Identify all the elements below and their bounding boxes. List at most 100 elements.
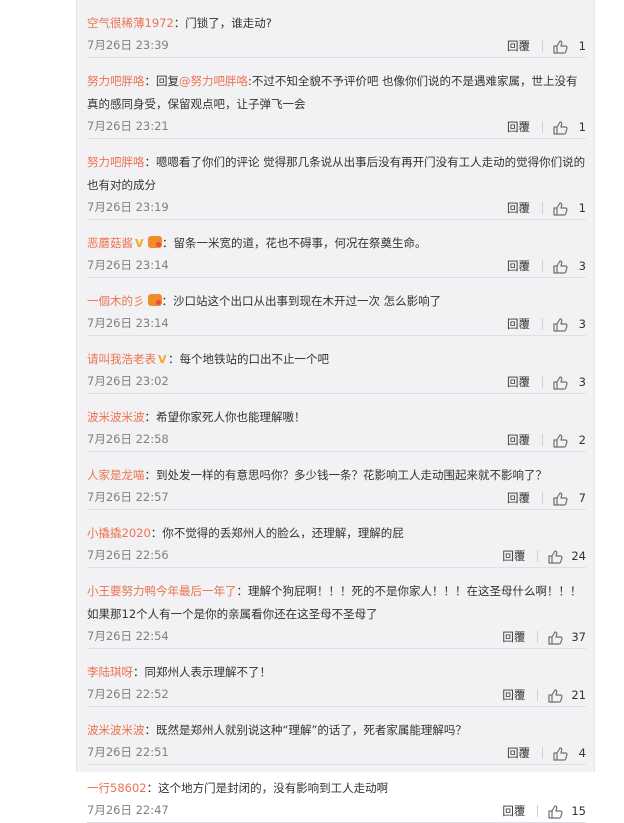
verified-v-icon: V bbox=[158, 353, 167, 366]
reply-button[interactable]: 回覆 bbox=[507, 119, 530, 135]
reply-button[interactable]: 回覆 bbox=[507, 38, 530, 54]
comment-username[interactable]: 一個木的彡 bbox=[87, 294, 145, 308]
comment-item: 一行58602：这个地方门是封闭的，没有影响到工人走动啊 7月26日 22:47… bbox=[87, 777, 586, 823]
comment-text: 波米波米波：希望你家死人你也能理解嗷！ bbox=[87, 406, 586, 429]
comment-item: 努力吧胖咯：回复@努力吧胖咯:不过不知全貌不予评价吧 也像你们说的不是遇难家属，… bbox=[87, 70, 586, 139]
comment-body: ：门锁了，谁走动? bbox=[174, 16, 272, 30]
like-count: 37 bbox=[571, 630, 586, 644]
reply-button[interactable]: 回覆 bbox=[507, 200, 530, 216]
action-divider bbox=[542, 121, 543, 133]
comment-timestamp: 7月26日 22:51 bbox=[87, 745, 169, 759]
comment-text: 李陆琪呀：同郑州人表示理解不了！ bbox=[87, 661, 586, 684]
comment-segment: ：门锁了，谁走动? bbox=[173, 16, 272, 30]
reply-button[interactable]: 回覆 bbox=[502, 629, 525, 645]
verified-v-icon: V bbox=[135, 237, 144, 250]
comment-segment: ：既然是郑州人就别说这种“理解”的话了，死者家属能理解吗？ bbox=[144, 723, 467, 737]
comment-username[interactable]: 李陆琪呀 bbox=[87, 665, 133, 679]
comment-body: ：既然是郑州人就别说这种“理解”的话了，死者家属能理解吗？ bbox=[145, 723, 467, 737]
comment-timestamp: 7月26日 22:56 bbox=[87, 548, 169, 562]
like-count: 24 bbox=[571, 549, 586, 563]
comment-item: 小王要努力鸭今年最后一年了：理解个狗屁啊！！！死的不是你家人！！！在这圣母什么啊… bbox=[87, 580, 586, 649]
comment-body: ：同郑州人表示理解不了！ bbox=[133, 665, 271, 679]
comment-meta: 7月26日 23:21 回覆 1 bbox=[87, 116, 586, 138]
reply-button[interactable]: 回覆 bbox=[502, 548, 525, 564]
comment-body: ：沙口站这个出口从出事到现在木开过一次 怎么影响了 bbox=[162, 294, 442, 308]
comment-segment: ：到处发一样的有意思吗你？多少钱一条？花影响工人走动围起来就不影响了？ bbox=[144, 468, 548, 482]
reply-button[interactable]: 回覆 bbox=[507, 432, 530, 448]
like-count: 2 bbox=[578, 433, 586, 447]
comment-text: 一行58602：这个地方门是封闭的，没有影响到工人走动啊 bbox=[87, 777, 586, 800]
comment-username[interactable]: 努力吧胖咯 bbox=[87, 155, 145, 169]
reply-button[interactable]: 回覆 bbox=[507, 258, 530, 274]
action-divider bbox=[542, 318, 543, 330]
comment-actions: 回覆 15 bbox=[502, 801, 586, 821]
reply-button[interactable]: 回覆 bbox=[507, 490, 530, 506]
comment-username[interactable]: 波米波米波 bbox=[87, 723, 145, 737]
thumbs-up-icon[interactable] bbox=[553, 317, 568, 332]
comment-meta: 7月26日 23:19 回覆 1 bbox=[87, 197, 586, 219]
comment-username[interactable]: 空气很稀薄1972 bbox=[87, 16, 174, 30]
thumbs-up-icon[interactable] bbox=[548, 688, 563, 703]
comment-meta: 7月26日 23:14 回覆 3 bbox=[87, 313, 586, 335]
action-divider bbox=[542, 492, 543, 504]
like-count: 21 bbox=[571, 688, 586, 702]
reply-button[interactable]: 回覆 bbox=[507, 374, 530, 390]
comment-username[interactable]: 人家是龙喵 bbox=[87, 468, 145, 482]
comment-text: 请叫我浩老表 V：每个地铁站的口出不止一个吧 bbox=[87, 348, 586, 371]
comment-timestamp: 7月26日 23:14 bbox=[87, 258, 169, 272]
comment-meta: 7月26日 22:52 回覆 21 bbox=[87, 684, 586, 706]
comment-body: ：留条一米宽的道，花也不碍事，何况在祭奠生命。 bbox=[162, 236, 427, 250]
like-count: 4 bbox=[578, 746, 586, 760]
comment-segment: ：你不觉得的丢郑州人的脸么，还理解，理解的屁 bbox=[150, 526, 404, 540]
reply-button[interactable]: 回覆 bbox=[502, 803, 525, 819]
comment-timestamp: 7月26日 23:14 bbox=[87, 316, 169, 330]
comment-meta: 7月26日 22:58 回覆 2 bbox=[87, 429, 586, 451]
comment-username[interactable]: 一行58602 bbox=[87, 781, 147, 795]
action-divider bbox=[542, 434, 543, 446]
comment-actions: 回覆 1 bbox=[507, 117, 586, 137]
comment-username[interactable]: 波米波米波 bbox=[87, 410, 145, 424]
reply-button[interactable]: 回覆 bbox=[507, 745, 530, 761]
comment-item: 小撬撬2020：你不觉得的丢郑州人的脸么，还理解，理解的屁 7月26日 22:5… bbox=[87, 522, 586, 568]
thumbs-up-icon[interactable] bbox=[553, 375, 568, 390]
thumbs-up-icon[interactable] bbox=[553, 39, 568, 54]
thumbs-up-icon[interactable] bbox=[553, 201, 568, 216]
comment-timestamp: 7月26日 22:57 bbox=[87, 490, 169, 504]
comment-username[interactable]: 小撬撬2020 bbox=[87, 526, 151, 540]
comment-timestamp: 7月26日 22:52 bbox=[87, 687, 169, 701]
thumbs-up-icon[interactable] bbox=[553, 433, 568, 448]
comment-username[interactable]: 努力吧胖咯 bbox=[87, 74, 145, 88]
comment-meta: 7月26日 22:47 回覆 15 bbox=[87, 800, 586, 822]
thumbs-up-icon[interactable] bbox=[548, 804, 563, 819]
mention-link[interactable]: @努力吧胖咯 bbox=[179, 74, 248, 88]
comment-meta: 7月26日 22:57 回覆 7 bbox=[87, 487, 586, 509]
comment-list: 空气很稀薄1972：门锁了，谁走动? 7月26日 23:39 回覆 1 努力吧胖… bbox=[87, 0, 586, 823]
thumbs-up-icon[interactable] bbox=[553, 746, 568, 761]
comment-text: 人家是龙喵：到处发一样的有意思吗你？多少钱一条？花影响工人走动围起来就不影响了？ bbox=[87, 464, 586, 487]
reply-button[interactable]: 回覆 bbox=[502, 687, 525, 703]
comment-username[interactable]: 请叫我浩老表 bbox=[87, 352, 156, 366]
thumbs-up-icon[interactable] bbox=[548, 630, 563, 645]
comment-segment: ：每个地铁站的口出不止一个吧 bbox=[168, 352, 329, 366]
comment-timestamp: 7月26日 23:19 bbox=[87, 200, 169, 214]
like-count: 15 bbox=[571, 804, 586, 818]
like-count: 1 bbox=[578, 201, 586, 215]
thumbs-up-icon[interactable] bbox=[553, 120, 568, 135]
comment-text: 一個木的彡 ：沙口站这个出口从出事到现在木开过一次 怎么影响了 bbox=[87, 290, 586, 313]
like-count: 3 bbox=[578, 317, 586, 331]
comment-body: ：嗯嗯看了你们的评论 觉得那几条说从出事后没有再开门没有工人走动的觉得你们说的也… bbox=[87, 155, 585, 192]
comment-username[interactable]: 小王要努力鸭今年最后一年了 bbox=[87, 584, 237, 598]
member-badge-icon bbox=[147, 294, 162, 306]
reply-button[interactable]: 回覆 bbox=[507, 316, 530, 332]
thumbs-up-icon[interactable] bbox=[548, 549, 563, 564]
comment-username[interactable]: 恶蘑菇酱 bbox=[87, 236, 133, 250]
comment-actions: 回覆 1 bbox=[507, 36, 586, 56]
thumbs-up-icon[interactable] bbox=[553, 491, 568, 506]
comment-actions: 回覆 3 bbox=[507, 256, 586, 276]
comment-meta: 7月26日 23:39 回覆 1 bbox=[87, 35, 586, 57]
comment-segment: ：同郑州人表示理解不了！ bbox=[133, 665, 271, 679]
like-count: 1 bbox=[578, 39, 586, 53]
comment-text: 努力吧胖咯：回复@努力吧胖咯:不过不知全貌不予评价吧 也像你们说的不是遇难家属，… bbox=[87, 70, 586, 116]
action-divider bbox=[537, 805, 539, 817]
thumbs-up-icon[interactable] bbox=[553, 259, 568, 274]
